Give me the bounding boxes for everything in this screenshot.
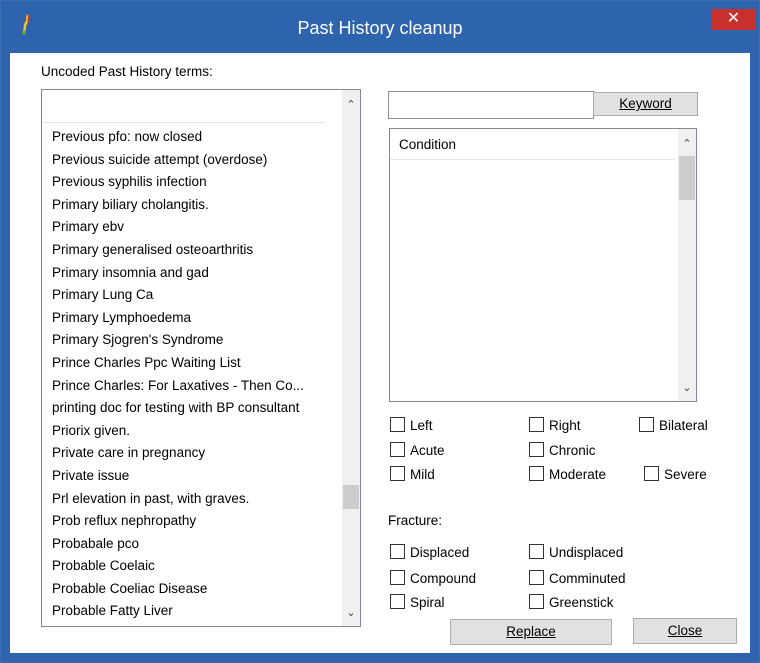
acute-checkbox[interactable]: Acute bbox=[390, 442, 445, 460]
right-label: Right bbox=[549, 418, 581, 433]
checkbox-box[interactable] bbox=[390, 466, 405, 481]
title-bar[interactable]: Past History cleanup ✕ bbox=[1, 1, 759, 53]
chevron-up-icon[interactable]: ⌃ bbox=[342, 96, 360, 114]
checkbox-box[interactable] bbox=[390, 442, 405, 457]
bilateral-label: Bilateral bbox=[659, 418, 708, 433]
uncoded-list-scrollbar[interactable]: ⌃ ⌄ bbox=[342, 90, 360, 626]
comminuted-label: Comminuted bbox=[549, 571, 626, 586]
chronic-label: Chronic bbox=[549, 443, 596, 458]
checkbox-box[interactable] bbox=[390, 594, 405, 609]
condition-header-label: Condition bbox=[399, 137, 457, 152]
list-item[interactable]: Primary biliary cholangitis. bbox=[52, 194, 327, 217]
condition-list-scrollbar[interactable]: ⌃ ⌄ bbox=[678, 129, 696, 401]
list-item[interactable]: Previous suicide attempt (overdose) bbox=[52, 149, 327, 172]
chevron-down-icon[interactable]: ⌄ bbox=[678, 379, 696, 397]
keyword-search-input[interactable] bbox=[388, 91, 594, 119]
keyword-button-label: Keyword bbox=[619, 96, 672, 111]
checkbox-box[interactable] bbox=[390, 570, 405, 585]
list-item[interactable]: printing doc for testing with BP consult… bbox=[52, 397, 327, 420]
window-title: Past History cleanup bbox=[297, 18, 463, 38]
replace-button-label: Replace bbox=[506, 624, 556, 639]
greenstick-checkbox[interactable]: Greenstick bbox=[529, 594, 614, 612]
checkbox-box[interactable] bbox=[390, 544, 405, 559]
compound-checkbox[interactable]: Compound bbox=[390, 570, 476, 588]
list-item[interactable]: Primary ebv bbox=[52, 216, 327, 239]
checkbox-box[interactable] bbox=[644, 466, 659, 481]
right-checkbox[interactable]: Right bbox=[529, 417, 581, 435]
checkbox-box[interactable] bbox=[529, 570, 544, 585]
close-window-button[interactable]: ✕ bbox=[712, 9, 755, 30]
checkbox-box[interactable] bbox=[529, 442, 544, 457]
uncoded-terms-list[interactable]: Previous pfo: now closed Previous suicide… bbox=[41, 89, 361, 627]
checkbox-box[interactable] bbox=[390, 417, 405, 432]
past-history-cleanup-window: Past History cleanup ✕ Uncoded Past Hist… bbox=[0, 0, 760, 663]
list-item[interactable]: Private care in pregnancy bbox=[52, 442, 327, 465]
list-item[interactable]: Probable Fatty Liver bbox=[52, 600, 327, 623]
scroll-thumb[interactable] bbox=[343, 485, 359, 509]
list-item[interactable]: Prince Charles Ppc Waiting List bbox=[52, 352, 327, 375]
comminuted-checkbox[interactable]: Comminuted bbox=[529, 570, 626, 588]
list-item[interactable]: Previous syphilis infection bbox=[52, 171, 327, 194]
greenstick-label: Greenstick bbox=[549, 595, 614, 610]
close-button-label: Close bbox=[667, 623, 703, 638]
list-item[interactable]: Private issue bbox=[52, 465, 327, 488]
undisplaced-label: Undisplaced bbox=[549, 545, 624, 560]
close-button[interactable]: Close bbox=[633, 618, 737, 644]
chevron-down-icon[interactable]: ⌄ bbox=[342, 604, 360, 622]
spiral-checkbox[interactable]: Spiral bbox=[390, 594, 445, 612]
list-item[interactable]: Prince Charles: For Laxatives - Then Co.… bbox=[52, 375, 327, 398]
checkbox-box[interactable] bbox=[529, 544, 544, 559]
uncoded-terms-label: Uncoded Past History terms: bbox=[41, 64, 213, 79]
scroll-thumb[interactable] bbox=[679, 156, 695, 200]
list-item[interactable]: Priorix given. bbox=[52, 420, 327, 443]
list-item[interactable]: Previous pfo: now closed bbox=[52, 126, 327, 149]
bilateral-checkbox[interactable]: Bilateral bbox=[639, 417, 708, 435]
mild-label: Mild bbox=[410, 467, 435, 482]
list-item[interactable]: Primary insomnia and gad bbox=[52, 262, 327, 285]
chevron-up-icon[interactable]: ⌃ bbox=[678, 135, 696, 153]
list-item[interactable]: Probable Coeliac Disease bbox=[52, 578, 327, 601]
list-item[interactable]: Primary Sjogren's Syndrome bbox=[52, 329, 327, 352]
checkbox-box[interactable] bbox=[639, 417, 654, 432]
moderate-checkbox[interactable]: Moderate bbox=[529, 466, 606, 484]
condition-column-header[interactable]: Condition bbox=[390, 129, 675, 160]
replace-button[interactable]: Replace bbox=[450, 619, 612, 645]
list-item[interactable]: Prob reflux nephropathy bbox=[52, 510, 327, 533]
chronic-checkbox[interactable]: Chronic bbox=[529, 442, 596, 460]
list-item[interactable]: Probabale pco bbox=[52, 533, 327, 556]
list-item[interactable]: Primary Lung Ca bbox=[52, 284, 327, 307]
checkbox-box[interactable] bbox=[529, 417, 544, 432]
list-header bbox=[42, 90, 325, 123]
left-checkbox[interactable]: Left bbox=[390, 417, 433, 435]
displaced-checkbox[interactable]: Displaced bbox=[390, 544, 469, 562]
list-item[interactable]: Primary generalised osteoarthritis bbox=[52, 239, 327, 262]
list-items: Previous pfo: now closed Previous suicide… bbox=[52, 126, 327, 623]
undisplaced-checkbox[interactable]: Undisplaced bbox=[529, 544, 623, 562]
list-item[interactable]: Probable Coelaic bbox=[52, 555, 327, 578]
left-label: Left bbox=[410, 418, 433, 433]
checkbox-box[interactable] bbox=[529, 594, 544, 609]
checkbox-box[interactable] bbox=[529, 466, 544, 481]
compound-label: Compound bbox=[410, 571, 477, 586]
list-item[interactable]: Prl elevation in past, with graves. bbox=[52, 488, 327, 511]
spiral-label: Spiral bbox=[410, 595, 445, 610]
fracture-label: Fracture: bbox=[388, 513, 443, 528]
list-item[interactable]: Primary Lymphoedema bbox=[52, 307, 327, 330]
mild-checkbox[interactable]: Mild bbox=[390, 466, 435, 484]
moderate-label: Moderate bbox=[549, 467, 607, 482]
acute-label: Acute bbox=[410, 443, 445, 458]
severe-checkbox[interactable]: Severe bbox=[644, 466, 707, 484]
severe-label: Severe bbox=[664, 467, 707, 482]
displaced-label: Displaced bbox=[410, 545, 470, 560]
keyword-button[interactable]: Keyword bbox=[593, 92, 698, 116]
dialog-body: Uncoded Past History terms: Previous pfo… bbox=[10, 53, 750, 653]
condition-list[interactable]: Condition ⌃ ⌄ bbox=[389, 128, 697, 402]
